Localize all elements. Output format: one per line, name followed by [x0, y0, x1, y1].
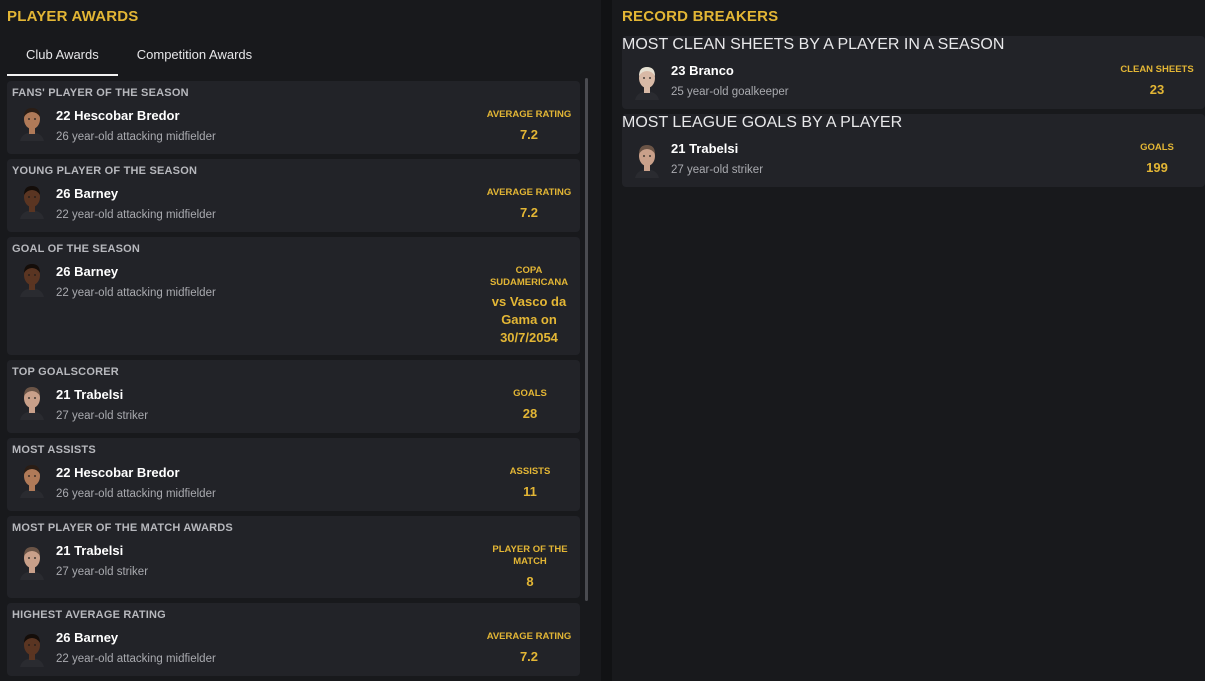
player-avatar[interactable] [18, 261, 46, 297]
avatar-eye [649, 77, 651, 79]
avatar-eye [643, 77, 645, 79]
award-category: MOST ASSISTS [12, 444, 96, 456]
award-card[interactable]: MOST ASSISTS 22 Hescobar Bredor 26 year-… [7, 438, 580, 511]
awards-tab-bar: Club Awards Competition Awards [7, 40, 271, 76]
player-avatar[interactable] [18, 384, 46, 420]
player-name[interactable]: 23 Branco [671, 63, 734, 78]
player-description: 25 year-old goalkeeper [671, 86, 789, 98]
stat-label: AVERAGE RATING [486, 187, 572, 198]
avatar-eye [34, 475, 36, 477]
tab-competition-awards[interactable]: Competition Awards [118, 40, 271, 76]
player-name[interactable]: 26 Barney [56, 264, 118, 279]
stat-label: GOALS [1140, 142, 1174, 153]
avatar-eye [28, 557, 30, 559]
player-name[interactable]: 26 Barney [56, 186, 118, 201]
record-breakers-title: RECORD BREAKERS [622, 8, 779, 25]
player-name[interactable]: 21 Trabelsi [671, 141, 738, 156]
awards-list: FANS' PLAYER OF THE SEASON 22 Hescobar B… [7, 81, 581, 681]
avatar-eye [28, 397, 30, 399]
avatar-eye [34, 557, 36, 559]
stat-value: 7.2 [519, 205, 539, 220]
avatar-eye [34, 644, 36, 646]
award-stat: GOALS 28 [480, 388, 580, 421]
award-stat: AVERAGE RATING 7.2 [479, 187, 579, 220]
avatar-eye [649, 155, 651, 157]
player-description: 22 year-old attacking midfielder [56, 209, 216, 221]
stat-label: ASSISTS [509, 466, 551, 477]
award-card[interactable]: HIGHEST AVERAGE RATING 26 Barney 22 year… [7, 603, 580, 676]
avatar-eye [28, 644, 30, 646]
awards-scrollbar[interactable] [585, 78, 588, 601]
award-card[interactable]: TOP GOALSCORER 21 Trabelsi 27 year-old s… [7, 360, 580, 433]
avatar-eye [28, 274, 30, 276]
stat-value: 8 [526, 574, 534, 589]
avatar-eye [28, 475, 30, 477]
player-name[interactable]: 21 Trabelsi [56, 543, 123, 558]
player-awards-panel: PLAYER AWARDS Club Awards Competition Aw… [0, 0, 601, 681]
award-card[interactable]: MOST PLAYER OF THE MATCH AWARDS 21 Trabe… [7, 516, 580, 598]
record-category: MOST LEAGUE GOALS BY A PLAYER [622, 114, 903, 131]
stat-label: AVERAGE RATING [486, 631, 572, 642]
player-avatar[interactable] [18, 183, 46, 219]
award-card[interactable]: YOUNG PLAYER OF THE SEASON 26 Barney 22 … [7, 159, 580, 232]
player-awards-title: PLAYER AWARDS [7, 8, 139, 25]
player-avatar[interactable] [18, 462, 46, 498]
stat-value: 23 [1149, 82, 1165, 97]
player-name[interactable]: 26 Barney [56, 630, 118, 645]
stat-value: 7.2 [519, 649, 539, 664]
stat-value: 11 [523, 484, 537, 499]
award-stat: AVERAGE RATING 7.2 [479, 631, 579, 664]
stat-label: CLEAN SHEETS [1120, 64, 1194, 75]
player-description: 26 year-old attacking midfielder [56, 131, 216, 143]
player-description: 27 year-old striker [56, 566, 149, 578]
player-name[interactable]: 21 Trabelsi [56, 387, 123, 402]
player-avatar[interactable] [633, 64, 661, 100]
player-description: 22 year-old attacking midfielder [56, 653, 216, 665]
award-category: YOUNG PLAYER OF THE SEASON [12, 165, 198, 177]
award-category: MOST PLAYER OF THE MATCH AWARDS [12, 522, 233, 534]
player-description: 27 year-old striker [56, 410, 149, 422]
award-category: FANS' PLAYER OF THE SEASON [12, 87, 189, 99]
record-breakers-panel: RECORD BREAKERS MOST CLEAN SHEETS BY A P… [612, 0, 1205, 681]
record-category: MOST CLEAN SHEETS BY A PLAYER IN A SEASO… [622, 36, 1005, 53]
stat-label: COPA SUDAMERICANA [489, 265, 569, 288]
player-name[interactable]: 22 Hescobar Bredor [56, 465, 180, 480]
record-card[interactable]: MOST CLEAN SHEETS BY A PLAYER IN A SEASO… [622, 36, 1205, 109]
award-stat: AVERAGE RATING 7.2 [479, 109, 579, 142]
player-name[interactable]: 22 Hescobar Bredor [56, 108, 180, 123]
player-avatar[interactable] [18, 544, 46, 580]
record-card[interactable]: MOST LEAGUE GOALS BY A PLAYER 21 Trabels… [622, 114, 1205, 187]
record-stat: CLEAN SHEETS 23 [1107, 64, 1205, 97]
award-category: GOAL OF THE SEASON [12, 243, 141, 255]
record-stat: GOALS 199 [1107, 142, 1205, 175]
award-card[interactable]: FANS' PLAYER OF THE SEASON 22 Hescobar B… [7, 81, 580, 154]
player-avatar[interactable] [18, 105, 46, 141]
stat-value: 199 [1146, 160, 1168, 175]
player-description: 26 year-old attacking midfielder [56, 488, 216, 500]
avatar-eye [34, 196, 36, 198]
award-category: HIGHEST AVERAGE RATING [12, 609, 166, 621]
player-description: 22 year-old attacking midfielder [56, 287, 216, 299]
avatar-eye [34, 118, 36, 120]
stat-value: vs Vasco da Gama on 30/7/2054 [491, 294, 567, 345]
stat-value: 7.2 [519, 127, 539, 142]
award-stat: PLAYER OF THE MATCH 8 [490, 544, 570, 589]
award-stat: ASSISTS 11 [480, 466, 580, 499]
stat-value: 28 [522, 406, 538, 421]
avatar-eye [643, 155, 645, 157]
award-category: TOP GOALSCORER [12, 366, 119, 378]
stat-label: GOALS [513, 388, 547, 399]
avatar-eye [28, 196, 30, 198]
award-stat: COPA SUDAMERICANA vs Vasco da Gama on 30… [487, 265, 571, 347]
stat-label: AVERAGE RATING [486, 109, 572, 120]
award-card[interactable]: GOAL OF THE SEASON 26 Barney 22 year-old… [7, 237, 580, 355]
stat-label: PLAYER OF THE MATCH [492, 544, 568, 567]
tab-club-awards[interactable]: Club Awards [7, 40, 118, 76]
player-avatar[interactable] [18, 631, 46, 667]
avatar-eye [34, 274, 36, 276]
player-avatar[interactable] [633, 142, 661, 178]
avatar-eye [34, 397, 36, 399]
player-description: 27 year-old striker [671, 164, 764, 176]
avatar-eye [28, 118, 30, 120]
